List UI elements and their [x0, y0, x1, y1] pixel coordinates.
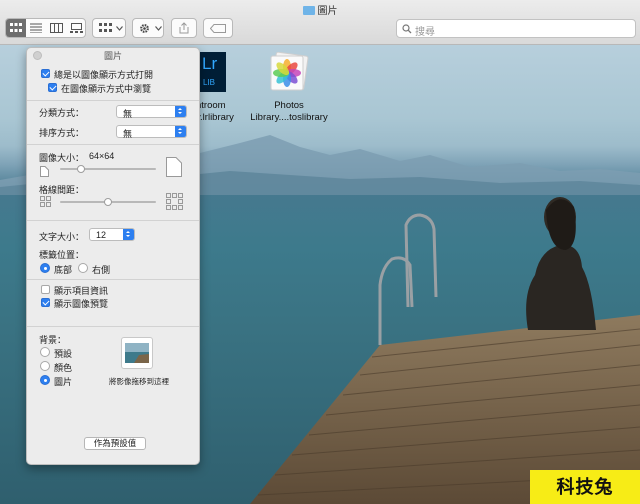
divider — [27, 326, 199, 327]
drag-image-hint: 將影像拖移到這裡 — [109, 377, 169, 386]
browse-label: 在圖像顯示方式中瀏覽 — [61, 84, 152, 94]
share-icon — [179, 22, 189, 34]
bg-picture-text: 圖片 — [54, 377, 73, 387]
search-placeholder: 搜尋 — [415, 27, 435, 38]
folder-icon — [302, 6, 315, 15]
pier-thumbnail-icon — [125, 343, 149, 363]
browse-checkbox[interactable] — [48, 83, 57, 92]
large-document-icon — [166, 157, 182, 177]
gallery-view-button[interactable] — [66, 19, 86, 37]
show-item-info-label: 顯示項目資訊 — [54, 286, 109, 296]
search-icon — [402, 24, 412, 34]
desktop-item-label-lightroom[interactable]: ntroom y.lrlibrary — [196, 100, 246, 124]
chevron-down-icon — [154, 25, 162, 31]
photos-library-icon[interactable] — [267, 52, 309, 94]
sort-by-label: 排序方式： — [39, 128, 85, 138]
wide-grid-icon — [166, 193, 183, 210]
lightroom-library-icon[interactable]: Lr LIB — [200, 52, 226, 92]
background-image-well[interactable] — [121, 337, 153, 369]
text-size-popup[interactable]: 12 — [89, 228, 135, 241]
tag-icon — [210, 23, 226, 33]
sort-by-popup[interactable]: 無 — [116, 125, 187, 139]
finder-toolbar: 圖片 搜尋 — [0, 0, 640, 45]
bg-default-text: 預設 — [54, 349, 73, 359]
always-open-label: 總是以圖像顯示方式打開 — [54, 70, 154, 80]
desktop-item-label-photos[interactable]: Photos Library....toslibrary — [246, 100, 332, 124]
show-icon-preview-label: 顯示圖像預覽 — [54, 299, 109, 309]
show-icon-preview-checkbox[interactable] — [41, 298, 50, 307]
gallery-view-icon — [69, 23, 83, 33]
label-bottom-text: 底部 — [54, 265, 73, 275]
list-view-button[interactable] — [26, 19, 46, 37]
background-label: 背景： — [39, 335, 67, 345]
label-right-radio[interactable] — [78, 263, 88, 273]
grid-arrange-icon — [98, 23, 112, 32]
always-open-checkbox[interactable] — [41, 69, 50, 78]
bg-color-text: 顏色 — [54, 363, 73, 373]
text-size-label: 文字大小： — [39, 232, 85, 242]
chevron-updown-icon — [175, 126, 186, 137]
group-by-label: 分類方式： — [39, 108, 85, 118]
icon-view-icon — [10, 23, 22, 32]
divider — [27, 100, 199, 101]
bg-color-radio[interactable] — [40, 361, 50, 371]
panel-title: 圖片 — [103, 51, 122, 61]
bg-picture-radio[interactable] — [40, 375, 50, 385]
column-view-button[interactable] — [46, 19, 66, 37]
icon-view-button[interactable] — [6, 19, 26, 37]
grid-spacing-slider-knob[interactable] — [104, 198, 112, 206]
view-mode-segmented-control — [5, 18, 86, 38]
icon-size-slider-track[interactable] — [60, 168, 156, 170]
divider — [27, 220, 199, 221]
watermark-logo: 科技兔 — [530, 470, 640, 504]
column-view-icon — [49, 23, 63, 33]
icon-size-value: 64×64 — [89, 151, 115, 161]
show-item-info-checkbox[interactable] — [41, 285, 50, 294]
label-bottom-radio[interactable] — [40, 263, 50, 273]
search-field[interactable]: 搜尋 — [396, 19, 636, 38]
chevron-updown-icon — [123, 229, 134, 240]
icon-size-slider-knob[interactable] — [77, 165, 86, 173]
icon-size-label: 圖像大小： — [39, 153, 85, 163]
grid-spacing-label: 格線間距： — [39, 185, 85, 195]
group-by-popup[interactable]: 無 — [116, 105, 187, 119]
small-document-icon — [40, 166, 49, 177]
tight-grid-icon — [40, 196, 51, 207]
label-right-text: 右側 — [92, 265, 111, 275]
use-as-defaults-button[interactable]: 作為預設值 — [84, 437, 146, 450]
arrange-menu-button[interactable] — [92, 18, 126, 38]
action-menu-button[interactable] — [132, 18, 164, 38]
window-title-row: 圖片 — [0, 2, 640, 17]
label-position-label: 標籤位置： — [39, 250, 85, 260]
window-title: 圖片 — [317, 6, 338, 17]
list-view-icon — [30, 23, 42, 33]
view-options-panel: 圖片 總是以圖像顯示方式打開 在圖像顯示方式中瀏覽 分類方式： 無 排序方式： … — [26, 47, 200, 465]
chevron-down-icon — [115, 25, 123, 31]
share-button[interactable] — [171, 18, 197, 38]
gear-icon — [139, 23, 149, 33]
tags-button[interactable] — [203, 18, 233, 38]
bg-default-radio[interactable] — [40, 347, 50, 357]
divider — [27, 144, 199, 145]
chevron-updown-icon — [175, 106, 186, 117]
divider — [27, 279, 199, 280]
